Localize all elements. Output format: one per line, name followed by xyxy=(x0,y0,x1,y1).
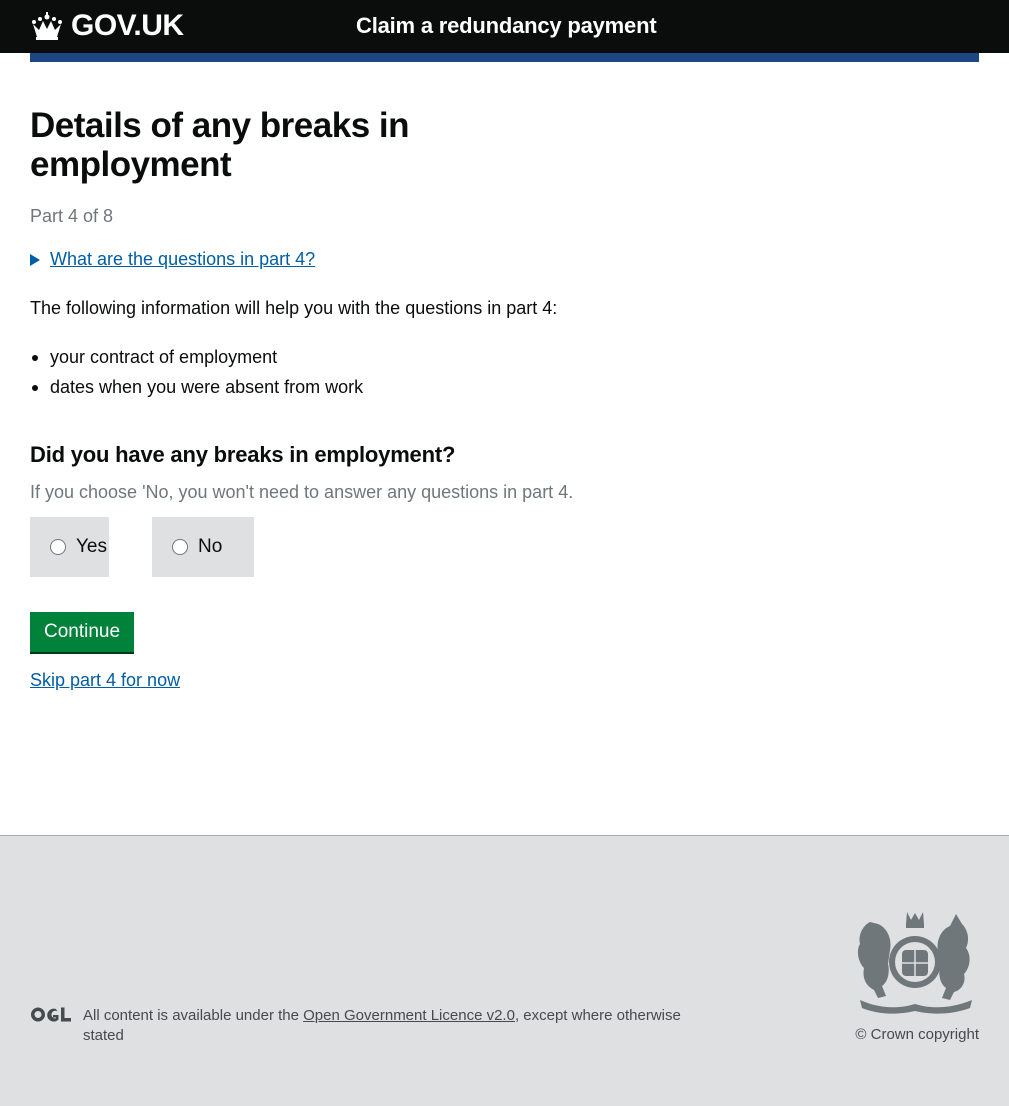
continue-button[interactable]: Continue xyxy=(30,612,134,652)
part-caption: Part 4 of 8 xyxy=(30,206,114,226)
radio-option-no[interactable]: No xyxy=(152,517,254,577)
radio-yes-input[interactable] xyxy=(50,539,66,555)
ogl-logo[interactable] xyxy=(30,1006,71,1023)
licence-text: All content is available under the Open … xyxy=(83,1006,713,1046)
govuk-logo-link[interactable]: GOV.UK xyxy=(30,10,184,42)
licence-prefix: All content is available under the xyxy=(83,1007,304,1024)
licence-link[interactable]: Open Government Licence v2.0 xyxy=(303,1007,515,1024)
intro-text: The following information will help you … xyxy=(30,298,558,318)
crown-icon xyxy=(32,12,62,40)
logo-text: GOV.UK xyxy=(71,9,184,42)
radio-no-label: No xyxy=(198,536,223,557)
disclosure-triangle-icon xyxy=(30,253,40,266)
list-item: dates when you were absent from work xyxy=(30,372,363,402)
service-name[interactable]: Claim a redundancy payment xyxy=(356,12,657,40)
list-item: your contract of employment xyxy=(30,342,363,372)
details-summary-link[interactable]: What are the questions in part 4? xyxy=(50,249,315,270)
radio-option-yes[interactable]: Yes xyxy=(30,517,109,577)
question-heading: Did you have any breaks in employment? xyxy=(30,442,456,467)
site-footer: All content is available under the Open … xyxy=(0,835,1009,1106)
radio-yes-label: Yes xyxy=(76,536,107,557)
skip-part-link[interactable]: Skip part 4 for now xyxy=(30,670,180,691)
royal-coat-of-arms[interactable] xyxy=(852,910,979,1014)
info-list: your contract of employment dates when y… xyxy=(30,342,363,402)
details-toggle[interactable]: What are the questions in part 4? xyxy=(30,249,315,270)
question-hint: If you choose 'No, you won't need to ans… xyxy=(30,482,574,502)
page-title: Details of any breaks in employment xyxy=(30,106,409,184)
header-blue-bar xyxy=(30,53,979,62)
radio-no-input[interactable] xyxy=(172,539,188,555)
site-header: GOV.UK Claim a redundancy payment xyxy=(0,0,1009,53)
crown-copyright[interactable]: © Crown copyright xyxy=(855,1026,979,1043)
